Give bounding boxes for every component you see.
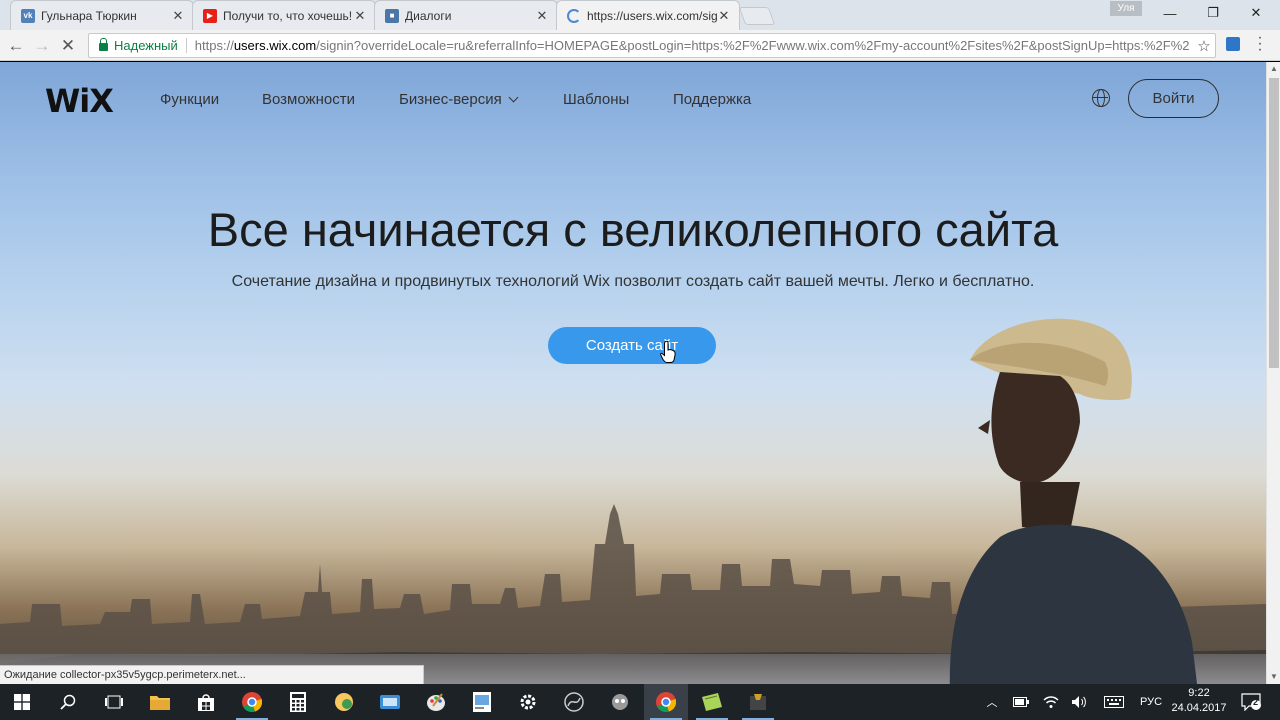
clock-time: 9:22	[1188, 687, 1210, 699]
url-text[interactable]: https://users.wix.com/signin?overrideLoc…	[195, 38, 1193, 53]
taskbar-clock[interactable]: 9:22 24.04.2017	[1168, 686, 1230, 716]
chrome-icon[interactable]	[644, 684, 688, 720]
chevron-down-icon	[508, 92, 519, 103]
app-icon[interactable]	[598, 684, 642, 720]
notifications-icon[interactable]: 2	[1236, 684, 1266, 720]
browser-tab-vk[interactable]: vk Гульнара Тюркин ✕	[10, 0, 194, 30]
security-label[interactable]: Надежный	[114, 38, 187, 53]
notification-count-badge: 2	[1253, 697, 1259, 707]
windows-taskbar: ︿ РУС 9:22 24.04.2017 2	[0, 684, 1280, 720]
nav-business-label: Бизнес-версия	[399, 91, 502, 108]
app-icon[interactable]	[690, 684, 734, 720]
paint-icon[interactable]	[414, 684, 458, 720]
scroll-up-icon[interactable]: ▲	[1267, 62, 1280, 76]
minimize-icon[interactable]: —	[1148, 0, 1192, 26]
restore-icon[interactable]: ❐	[1191, 0, 1235, 26]
language-indicator[interactable]: РУС	[1134, 684, 1168, 720]
stop-loading-icon[interactable]: ✕	[57, 35, 79, 57]
app-icon[interactable]	[368, 684, 412, 720]
page-scrollbar[interactable]: ▲ ▼	[1266, 62, 1280, 684]
globe-language-icon[interactable]	[1092, 89, 1110, 107]
youtube-icon: ▶	[203, 8, 217, 23]
battery-icon[interactable]	[1010, 684, 1032, 720]
browser-toolbar: ← → ✕ Надежный https://users.wix.com/sig…	[0, 30, 1280, 61]
bookmark-star-icon[interactable]: ☆	[1193, 37, 1215, 55]
hero-headline: Все начинается с великолепного сайта	[207, 203, 1059, 256]
messages-icon: ■	[385, 8, 399, 23]
create-site-button[interactable]: Создать сайт	[548, 327, 716, 364]
browser-tab-youtube[interactable]: ▶ Получи то, что хочешь! ✕	[192, 0, 376, 30]
nav-business[interactable]: Бизнес-версия	[399, 91, 519, 108]
loading-spinner-icon	[567, 8, 581, 23]
volume-icon[interactable]	[1068, 684, 1090, 720]
clock-date: 24.04.2017	[1171, 702, 1227, 714]
file-explorer-icon[interactable]	[138, 684, 182, 720]
tab-title: Получи то, что хочешь!	[223, 8, 353, 23]
hand-pointer-cursor-icon	[660, 341, 676, 363]
nav-features[interactable]: Функции	[160, 91, 219, 108]
browser-tab-wix[interactable]: https://users.wix.com/sig ✕	[556, 0, 740, 30]
tab-title: Гульнара Тюркин	[41, 8, 137, 23]
app-icon[interactable]	[736, 684, 780, 720]
start-icon[interactable]	[0, 684, 44, 720]
scroll-down-icon[interactable]: ▼	[1267, 670, 1280, 684]
search-icon[interactable]	[46, 684, 90, 720]
tab-title: https://users.wix.com/sig	[587, 8, 717, 23]
close-tab-icon[interactable]: ✕	[717, 8, 731, 24]
chevron-up-icon[interactable]: ︿	[982, 684, 1002, 720]
url-path: /signin?overrideLocale=ru&referralInfo=H…	[316, 38, 1190, 53]
store-icon[interactable]	[184, 684, 228, 720]
lock-icon	[99, 38, 108, 51]
calculator-icon[interactable]	[276, 684, 320, 720]
login-button[interactable]: Войти	[1128, 79, 1219, 118]
nav-support[interactable]: Поддержка	[673, 91, 751, 108]
tab-title: Диалоги	[405, 8, 452, 23]
vk-icon: vk	[21, 8, 35, 23]
back-arrow-icon[interactable]: ←	[5, 35, 27, 57]
app-icon[interactable]	[552, 684, 596, 720]
close-tab-icon[interactable]: ✕	[535, 8, 549, 24]
browser-tab-dialogs[interactable]: ■ Диалоги ✕	[374, 0, 558, 30]
app-icon[interactable]	[460, 684, 504, 720]
address-bar[interactable]: Надежный https://users.wix.com/signin?ov…	[88, 33, 1216, 58]
close-window-icon[interactable]: ✕	[1234, 0, 1278, 26]
wifi-icon[interactable]	[1040, 684, 1062, 720]
url-host: users.wix.com	[233, 38, 317, 53]
url-scheme: https://	[194, 38, 234, 53]
extension-icon[interactable]	[1226, 37, 1240, 51]
nav-capabilities[interactable]: Возможности	[262, 91, 355, 108]
browser-menu-icon[interactable]: · · ·	[1254, 30, 1266, 58]
forward-arrow-icon[interactable]: →	[31, 35, 53, 57]
browser-tab-strip: vk Гульнара Тюркин ✕ ▶ Получи то, что хо…	[0, 0, 1280, 30]
profile-badge[interactable]: Уля	[1110, 1, 1142, 16]
hero-subheadline: Сочетание дизайна и продвинутых технолог…	[231, 273, 1035, 290]
settings-icon[interactable]	[506, 684, 550, 720]
browser-status-bar: Ожидание collector-px35v5ygcp.perimeterx…	[0, 665, 424, 685]
close-tab-icon[interactable]: ✕	[171, 8, 185, 24]
wix-landing-page: WiX Функции Возможности Бизнес-версия Ша…	[0, 62, 1266, 684]
new-tab-button[interactable]	[738, 7, 776, 25]
scrollbar-thumb[interactable]	[1269, 78, 1279, 368]
chrome-icon[interactable]	[230, 684, 274, 720]
nav-templates[interactable]: Шаблоны	[563, 91, 629, 108]
close-tab-icon[interactable]: ✕	[353, 8, 367, 24]
keyboard-icon[interactable]	[1100, 684, 1128, 720]
wix-logo[interactable]: WiX	[45, 82, 114, 120]
app-icon[interactable]	[322, 684, 366, 720]
man-in-hat-image	[949, 318, 1198, 684]
task-view-icon[interactable]	[92, 684, 136, 720]
